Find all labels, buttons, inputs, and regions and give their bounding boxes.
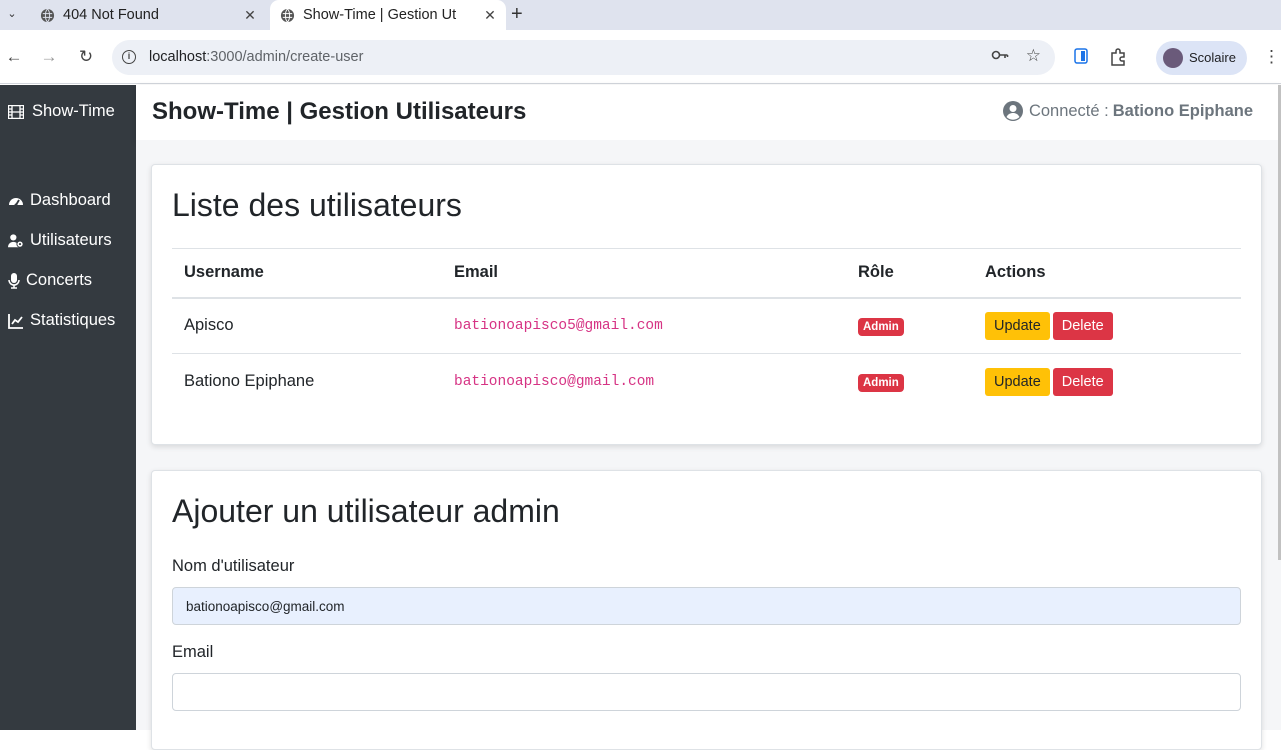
url-text[interactable]: localhost:3000/admin/create-user	[149, 49, 363, 65]
site-info-icon[interactable]: i	[122, 50, 136, 64]
reading-mode-icon[interactable]	[1073, 48, 1089, 68]
reload-icon[interactable]: ↻	[76, 47, 96, 67]
users-list-card: Liste des utilisateurs Username Email Rô…	[151, 164, 1262, 445]
table-header-row: Username Email Rôle Actions	[172, 248, 1241, 299]
users-table: Username Email Rôle Actions Apisco batio…	[172, 248, 1241, 410]
sidebar-item-label: Dashboard	[30, 191, 111, 209]
add-admin-card: Ajouter un utilisateur admin Nom d'utili…	[151, 470, 1262, 750]
browser-tab-404[interactable]: 404 Not Found ✕	[30, 0, 266, 30]
url-path: :3000/admin/create-user	[206, 49, 364, 65]
delete-button[interactable]: Delete	[1052, 311, 1113, 340]
cell-role: Admin	[846, 354, 973, 410]
sidebar-item-concerts[interactable]: Concerts	[8, 271, 92, 290]
profile-name: Scolaire	[1189, 50, 1236, 65]
cell-email: bationoapisco5@gmail.com	[442, 297, 846, 354]
role-badge: Admin	[858, 317, 904, 336]
bookmark-star-icon[interactable]: ☆	[1026, 46, 1041, 66]
email-input[interactable]	[172, 673, 1241, 711]
users-list-title: Liste des utilisateurs	[172, 187, 462, 223]
cell-email: bationoapisco@gmail.com	[454, 373, 655, 390]
cell-username: Apisco	[172, 297, 442, 354]
browser-tab-active[interactable]: Show-Time | Gestion Ut ✕	[270, 0, 506, 30]
connected-user: Connecté : Bationo Epiphane	[1002, 101, 1253, 121]
table-row: Bationo Epiphane bationoapisco@gmail.com…	[172, 354, 1241, 410]
cell-actions: Update Delete	[973, 297, 1241, 354]
browser-toolbar: ← → ↻ i localhost:3000/admin/create-user…	[0, 30, 1281, 84]
profile-button[interactable]: Scolaire	[1156, 41, 1247, 75]
user-gear-icon	[8, 233, 24, 248]
page-title: Show-Time | Gestion Utilisateurs	[152, 98, 527, 125]
update-button[interactable]: Update	[985, 311, 1050, 340]
password-key-icon[interactable]	[991, 48, 1009, 65]
connected-username: Bationo Epiphane	[1112, 101, 1253, 120]
brand-label: Show-Time	[32, 102, 115, 120]
user-circle-icon	[1002, 101, 1023, 121]
avatar	[1163, 48, 1183, 68]
address-bar[interactable]: i localhost:3000/admin/create-user ☆	[112, 40, 1055, 75]
back-arrow-icon[interactable]: ←	[4, 47, 24, 67]
role-badge: Admin	[858, 373, 904, 392]
sidebar-brand[interactable]: Show-Time	[8, 102, 115, 121]
tab-search-chevron-icon[interactable]: ⌄	[3, 5, 21, 23]
microphone-icon	[8, 272, 20, 289]
top-header: Show-Time | Gestion Utilisateurs Connect…	[136, 85, 1281, 140]
delete-button[interactable]: Delete	[1052, 367, 1113, 396]
line-chart-icon	[8, 313, 23, 329]
add-admin-title: Ajouter un utilisateur admin	[172, 493, 560, 529]
sidebar-item-statistiques[interactable]: Statistiques	[8, 311, 115, 330]
email-label: Email	[172, 643, 214, 661]
tab-title: Show-Time | Gestion Ut	[303, 7, 457, 23]
cell-role: Admin	[846, 297, 973, 354]
browser-menu-icon[interactable]: ⋮	[1263, 47, 1280, 67]
film-icon	[8, 104, 24, 119]
cell-username: Bationo Epiphane	[184, 372, 315, 391]
browser-tabstrip: ⌄ 404 Not Found ✕ Show-Time | Gestion Ut…	[0, 0, 1281, 30]
sidebar-item-label: Utilisateurs	[30, 231, 112, 249]
new-tab-icon[interactable]: +	[511, 3, 523, 26]
forward-arrow-icon[interactable]: →	[39, 47, 59, 67]
close-tab-icon[interactable]: ✕	[481, 7, 499, 24]
url-host: localhost	[149, 49, 207, 65]
table-row: Apisco bationoapisco5@gmail.com Admin Up…	[172, 297, 1241, 354]
sidebar: Show-Time Dashboard Utilisateurs Concert…	[0, 85, 136, 730]
sidebar-item-utilisateurs[interactable]: Utilisateurs	[8, 231, 112, 250]
sidebar-item-dashboard[interactable]: Dashboard	[8, 191, 111, 210]
close-tab-icon[interactable]: ✕	[241, 7, 259, 24]
column-header-role: Rôle	[846, 248, 973, 299]
extensions-puzzle-icon[interactable]	[1109, 48, 1127, 70]
gauge-icon	[9, 197, 23, 206]
tab-title: 404 Not Found	[63, 7, 159, 23]
username-input[interactable]	[172, 587, 1241, 625]
globe-icon	[40, 8, 55, 22]
globe-icon	[280, 8, 295, 22]
connected-label: Connecté :	[1028, 101, 1109, 120]
column-header-email: Email	[442, 248, 846, 299]
username-label: Nom d'utilisateur	[172, 557, 295, 575]
sidebar-item-label: Statistiques	[30, 311, 116, 329]
sidebar-item-label: Concerts	[26, 271, 93, 289]
update-button[interactable]: Update	[985, 367, 1050, 396]
cell-actions: Update Delete	[973, 354, 1241, 410]
column-header-actions: Actions	[973, 248, 1241, 299]
main-content: Liste des utilisateurs Username Email Rô…	[136, 140, 1281, 750]
column-header-username: Username	[172, 248, 442, 299]
